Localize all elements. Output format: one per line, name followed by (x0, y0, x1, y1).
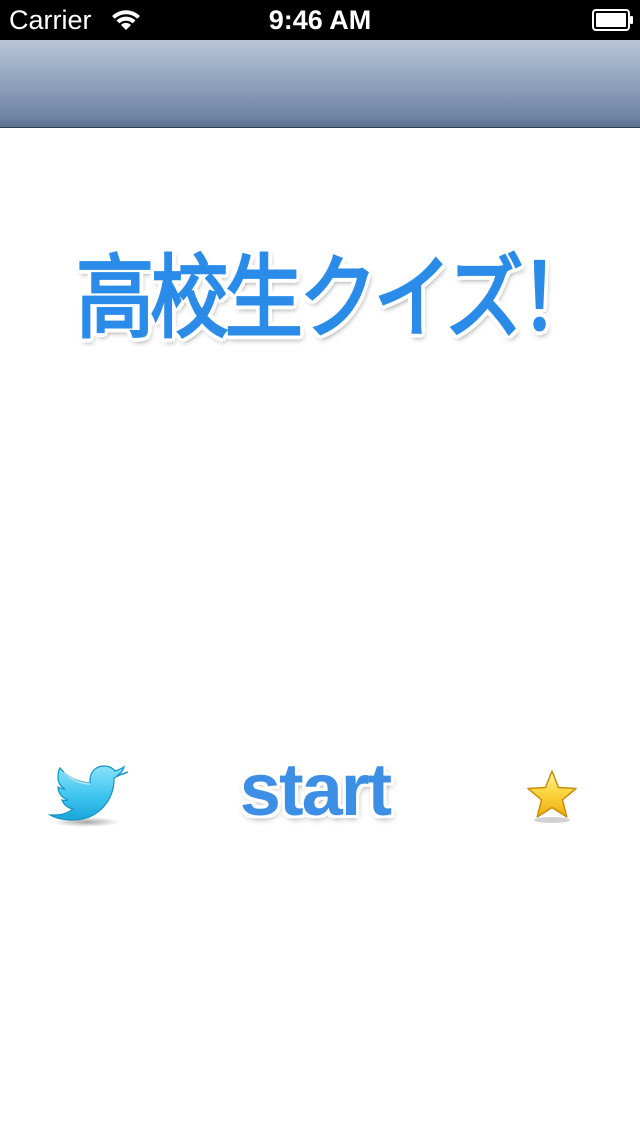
start-button[interactable]: start (202, 742, 428, 838)
app-screen: Carrier 9:46 AM 高校生クイズ！ start (0, 0, 640, 1136)
twitter-bird-icon (47, 765, 129, 827)
star-icon (527, 770, 577, 823)
navigation-bar (0, 40, 640, 128)
status-bar: Carrier 9:46 AM (0, 0, 640, 40)
clock-label: 9:46 AM (268, 5, 372, 35)
quiz-title-logo: 高校生クイズ！ (76, 245, 598, 351)
battery-icon (592, 9, 634, 31)
favorite-button[interactable] (524, 768, 580, 824)
twitter-button[interactable] (44, 758, 132, 830)
